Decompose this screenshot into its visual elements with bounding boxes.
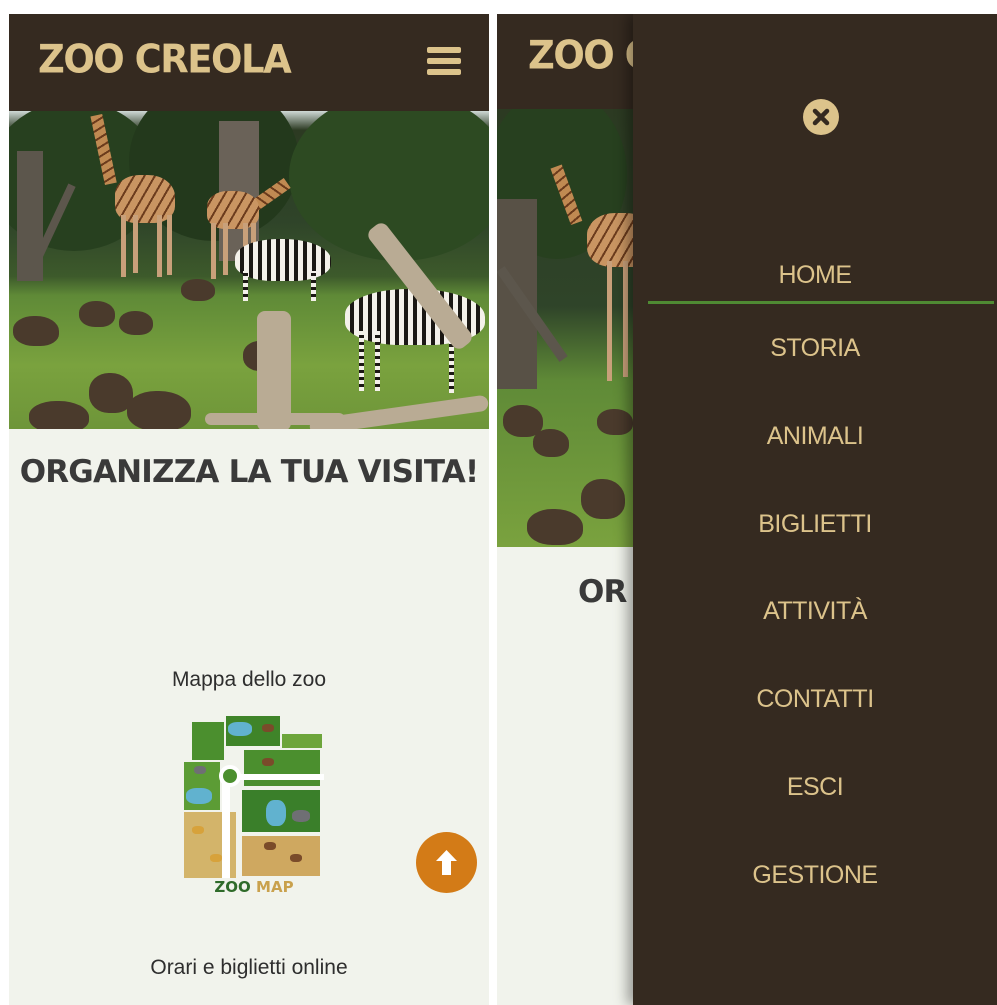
navigation-drawer: HOME STORIA ANIMALI BIGLIETTI ATTIVITÀ C… bbox=[633, 14, 997, 1005]
site-logo[interactable]: ZOO CREOLA bbox=[38, 37, 292, 82]
hero-image bbox=[9, 111, 489, 429]
hours-tickets-link[interactable]: Orari e biglietti online bbox=[9, 956, 489, 980]
section-title: ORGANIZZA LA TUA VISITA! bbox=[19, 454, 479, 490]
menu-item-esci[interactable]: ESCI bbox=[633, 773, 997, 802]
arrow-up-icon bbox=[436, 850, 457, 875]
close-button[interactable] bbox=[803, 99, 839, 135]
hero-image bbox=[497, 109, 637, 547]
top-bar: ZOO CREOLA bbox=[9, 14, 489, 111]
home-screen: ZOO CREOLA ORGANIZZA LA TUA VISITA! Mapp… bbox=[9, 14, 489, 1005]
menu-item-biglietti[interactable]: BIGLIETTI bbox=[633, 510, 997, 539]
zoo-map-image[interactable]: ZOO MAP bbox=[178, 714, 330, 900]
menu-item-contatti[interactable]: CONTATTI bbox=[633, 685, 997, 714]
zoo-map-link[interactable]: Mappa dello zoo bbox=[9, 668, 489, 692]
menu-item-attivita[interactable]: ATTIVITÀ bbox=[633, 597, 997, 626]
zoo-map-center bbox=[219, 765, 241, 787]
hamburger-icon[interactable] bbox=[427, 47, 461, 77]
menu-open-screen: ZOO CREOLA OR HOME STORIA ANIMALI BIGLIE… bbox=[497, 14, 997, 1005]
menu-item-home[interactable]: HOME bbox=[633, 261, 997, 290]
menu-item-gestione[interactable]: GESTIONE bbox=[633, 861, 997, 890]
menu-item-storia[interactable]: STORIA bbox=[633, 334, 997, 363]
active-indicator bbox=[648, 301, 994, 304]
zoo-map-caption: ZOO MAP bbox=[214, 878, 294, 896]
zebra-left bbox=[235, 239, 331, 281]
menu-item-animali[interactable]: ANIMALI bbox=[633, 422, 997, 451]
close-icon bbox=[812, 108, 830, 126]
scroll-to-top-button[interactable] bbox=[416, 832, 477, 893]
